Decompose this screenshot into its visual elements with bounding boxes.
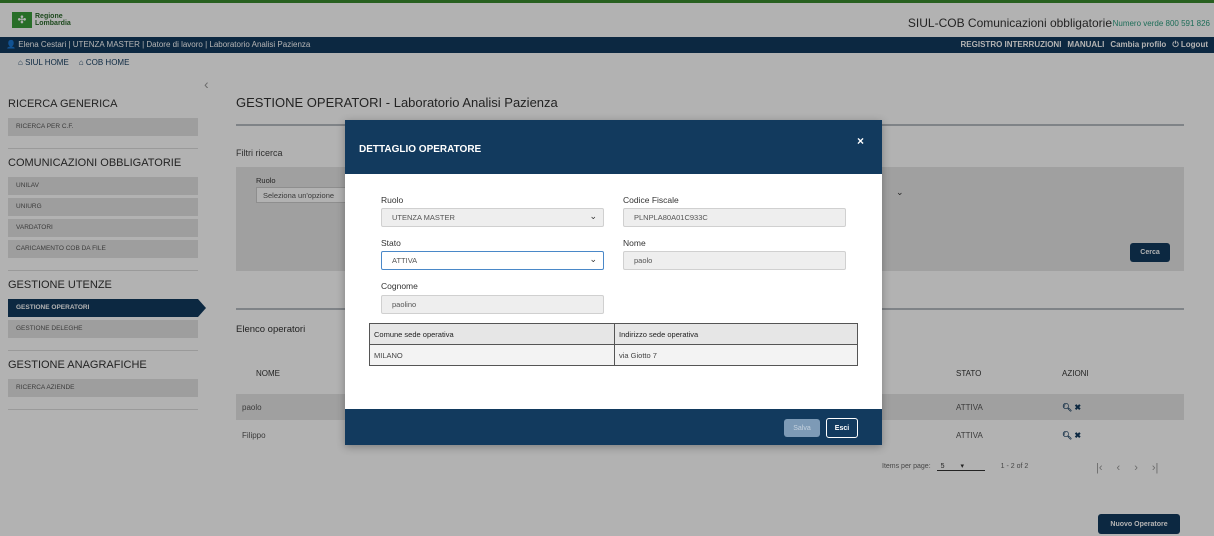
dettaglio-operatore-modal: DETTAGLIO OPERATORE × Ruolo UTENZA MASTE…: [345, 120, 882, 445]
column-indirizzo: Indirizzo sede operativa: [614, 323, 858, 345]
cognome-field[interactable]: paolino: [381, 295, 604, 314]
modal-title: DETTAGLIO OPERATORE: [359, 144, 482, 155]
esci-button[interactable]: Esci: [826, 418, 858, 438]
nome-field[interactable]: paolo: [623, 251, 846, 270]
nome-label: Nome: [623, 238, 646, 248]
codice-fiscale-field[interactable]: PLNPLA80A01C933C: [623, 208, 846, 227]
cognome-label: Cognome: [381, 281, 418, 291]
modal-header: DETTAGLIO OPERATORE ×: [345, 120, 882, 174]
ruolo-label: Ruolo: [381, 195, 404, 205]
table-header-row: Comune sede operativa Indirizzo sede ope…: [369, 323, 858, 345]
sede-operativa-table: Comune sede operativa Indirizzo sede ope…: [369, 323, 858, 366]
close-icon[interactable]: ×: [857, 134, 864, 148]
stato-label: Stato: [381, 238, 401, 248]
salva-button[interactable]: Salva: [784, 419, 820, 437]
column-comune: Comune sede operativa: [369, 323, 615, 345]
codice-fiscale-label: Codice Fiscale: [623, 195, 679, 205]
cell-indirizzo: via Giotto 7: [614, 344, 858, 366]
cell-comune: MILANO: [369, 344, 615, 366]
stato-select[interactable]: ATTIVA ⌄: [381, 251, 604, 270]
modal-footer: Salva Esci: [345, 409, 882, 445]
chevron-down-icon: ⌄: [589, 211, 597, 221]
ruolo-select[interactable]: UTENZA MASTER ⌄: [381, 208, 604, 227]
chevron-down-icon: ⌄: [589, 254, 597, 264]
table-row: MILANO via Giotto 7: [369, 344, 858, 366]
